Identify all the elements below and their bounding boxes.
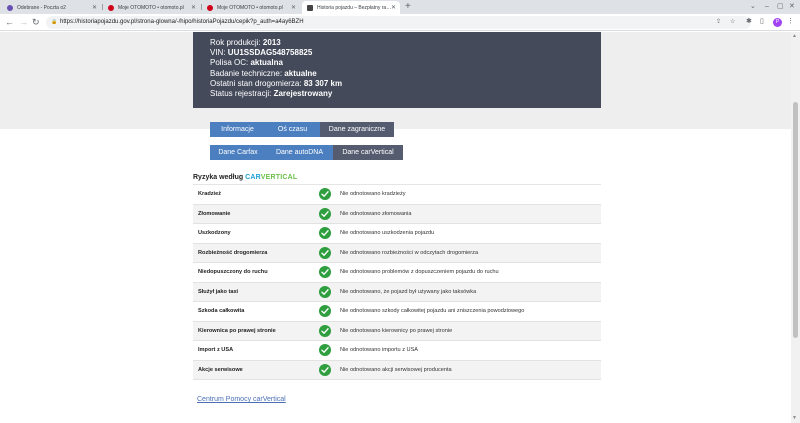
table-row: Służył jako taxi Nie odnotowano, że pojaz… [193, 282, 601, 302]
risk-description: Nie odnotowano importu z USA [340, 347, 419, 353]
otomoto-favicon-icon [108, 4, 114, 11]
risk-label: Złomowanie [198, 210, 231, 217]
address-bar[interactable]: 🔒 https://historiapojazdu.gov.pl/strona-… [46, 16, 751, 29]
close-icon[interactable]: ✕ [391, 4, 396, 11]
tab-os-czasu[interactable]: Oś czasu [265, 122, 320, 137]
table-row: Niedopuszczony do ruchu Nie odnotowano pr… [193, 263, 601, 283]
document-favicon-icon [307, 4, 313, 11]
lock-icon: 🔒 [51, 19, 58, 25]
extensions-icon[interactable]: ✱ [746, 17, 752, 27]
check-icon [319, 324, 331, 337]
table-row: Rozbieżność drogomierza Nie odnotowano ro… [193, 243, 601, 263]
table-row: Import z USA Nie odnotowano importu z USA [193, 341, 601, 361]
vehicle-line-vin: VIN: UU1SSDAG548758825 [210, 48, 313, 58]
risk-description: Nie odnotowano złomowania [340, 210, 412, 217]
browser-tab[interactable]: Moje OTOMOTO • otomoto.pl ✕ [103, 1, 200, 14]
browser-tab-strip: Odebrane - Poczta o2 ✕ Moje OTOMOTO • ot… [0, 0, 800, 14]
browser-tab-title: Moje OTOMOTO • otomoto.pl [118, 4, 184, 11]
scrollbar[interactable]: ▲ ▼ [791, 32, 800, 423]
close-icon[interactable]: ✕ [191, 4, 196, 11]
check-icon [319, 188, 331, 200]
check-icon [319, 344, 331, 356]
menu-icon[interactable]: ⋮ [787, 17, 794, 27]
share-icon[interactable]: ⇪ [716, 16, 721, 29]
risk-label: Rozbieżność drogomierza [198, 249, 268, 256]
vehicle-line-odometer: Ostatni stan drogomierza: 83 307 km [210, 78, 343, 88]
tabs-row-foreign: Dane Carfax Dane autoDNA Dane carVertica… [210, 145, 403, 160]
vehicle-line-registration: Status rejestracji: Zarejestrowany [210, 89, 333, 99]
table-row: Złomowanie Nie odnotowano złomowania [193, 204, 601, 224]
avatar[interactable]: P [773, 18, 782, 27]
browser-tab[interactable]: Odebrane - Poczta o2 ✕ [2, 1, 101, 14]
vehicle-line-insurance: Polisa OC: aktualna [210, 58, 283, 68]
back-icon[interactable]: ← [5, 16, 14, 28]
tab-dane-carfax[interactable]: Dane Carfax [210, 145, 266, 160]
vehicle-summary: Rok produkcji: 2013 VIN: UU1SSDAG5487588… [193, 32, 601, 108]
side-panel-icon[interactable]: ▯ [760, 17, 764, 27]
risk-heading: Ryzyka według CARVERTICAL [193, 174, 298, 181]
check-icon [319, 305, 331, 317]
page-viewport: Rok produkcji: 2013 VIN: UU1SSDAG5487588… [0, 32, 791, 423]
maximize-icon[interactable]: ▢ [777, 1, 784, 13]
check-icon [319, 285, 331, 298]
carvertical-logo: CARVERTICAL [245, 174, 298, 181]
risk-description: Nie odnotowano, że pojazd był używany ja… [340, 288, 477, 295]
risk-label: Kierownica po prawej stronie [198, 327, 276, 334]
browser-tab-title: Odebrane - Poczta o2 [17, 4, 66, 11]
risk-description: Nie odnotowano akcji serwisowej producen… [340, 366, 452, 373]
tab-search-icon[interactable]: ⌄ [750, 1, 756, 13]
tab-informacje[interactable]: Informacje [210, 122, 265, 137]
browser-tab-active[interactable]: Historia pojazdu – Bezpłatny ra… ✕ [302, 1, 400, 14]
tabs-row-main: Informacje Oś czasu Dane zagraniczne [210, 122, 394, 137]
risk-label: Uszkodzony [198, 230, 231, 236]
browser-tab[interactable]: Moje OTOMOTO • otomoto.pl ✕ [202, 1, 300, 14]
table-row: Uszkodzony Nie odnotowano uszkodzenia poj… [193, 224, 601, 244]
close-window-icon[interactable]: ✕ [789, 1, 795, 13]
tab-dane-zagraniczne[interactable]: Dane zagraniczne [320, 122, 394, 137]
risk-table: Kradzież Nie odnotowano kradzieży Złomowan… [193, 184, 601, 380]
close-icon[interactable]: ✕ [92, 4, 97, 11]
table-row: Szkoda całkowita Nie odnotowano szkody ca… [193, 302, 601, 322]
check-icon [319, 363, 331, 376]
check-icon [319, 246, 331, 259]
risk-label: Niedopuszczony do ruchu [198, 269, 268, 275]
risk-description: Nie odnotowano szkody całkowitej pojazdu… [340, 308, 525, 314]
close-icon[interactable]: ✕ [291, 4, 296, 11]
browser-toolbar: ← → ↻ 🔒 https://historiapojazdu.gov.pl/s… [0, 14, 800, 31]
forward-icon[interactable]: → [19, 16, 28, 28]
tab-dane-carvertical[interactable]: Dane carVertical [333, 145, 403, 160]
vehicle-line-year: Rok produkcji: 2013 [210, 38, 281, 47]
scroll-thumb[interactable] [793, 102, 798, 338]
otomoto-favicon-icon [207, 4, 213, 11]
browser-tab-title: Moje OTOMOTO • otomoto.pl [217, 4, 283, 11]
risk-description: Nie odnotowano uszkodzenia pojazdu [340, 230, 435, 236]
risk-label: Szkoda całkowita [198, 308, 245, 314]
help-center-link[interactable]: Centrum Pomocy carVertical [197, 396, 286, 403]
bookmark-star-icon[interactable]: ☆ [730, 16, 735, 29]
address-text: https://historiapojazdu.gov.pl/strona-gl… [60, 19, 304, 25]
reload-icon[interactable]: ↻ [32, 16, 40, 28]
check-icon [319, 207, 331, 220]
risk-label: Import z USA [198, 347, 234, 353]
scroll-up-icon[interactable]: ▲ [792, 33, 797, 39]
risk-description: Nie odnotowano kradzieży [340, 191, 406, 197]
scroll-down-icon[interactable]: ▼ [792, 415, 797, 421]
new-tab-icon[interactable]: + [405, 1, 411, 13]
browser-tab-title: Historia pojazdu – Bezpłatny ra… [317, 4, 392, 11]
check-icon [319, 266, 331, 278]
check-icon [319, 227, 331, 239]
risk-description: Nie odnotowano kierownicy po prawej stro… [340, 327, 453, 334]
table-row: Kierownica po prawej stronie Nie odnotowa… [193, 321, 601, 341]
table-row: Kradzież Nie odnotowano kradzieży [193, 185, 601, 205]
risk-label: Akcje serwisowe [198, 366, 243, 373]
risk-label: Służył jako taxi [198, 288, 239, 295]
vehicle-line-inspection: Badanie techniczne: aktualne [210, 68, 317, 78]
risk-description: Nie odnotowano rozbieżności w odczytach … [340, 249, 479, 256]
mail-favicon-icon [7, 4, 13, 11]
minimize-icon[interactable]: – [765, 1, 769, 13]
risk-label: Kradzież [198, 191, 222, 197]
risk-description: Nie odnotowano problemów z dopuszczeniem… [340, 269, 499, 275]
tab-dane-autodna[interactable]: Dane autoDNA [266, 145, 333, 160]
table-row: Akcje serwisowe Nie odnotowano akcji serw… [193, 360, 601, 380]
